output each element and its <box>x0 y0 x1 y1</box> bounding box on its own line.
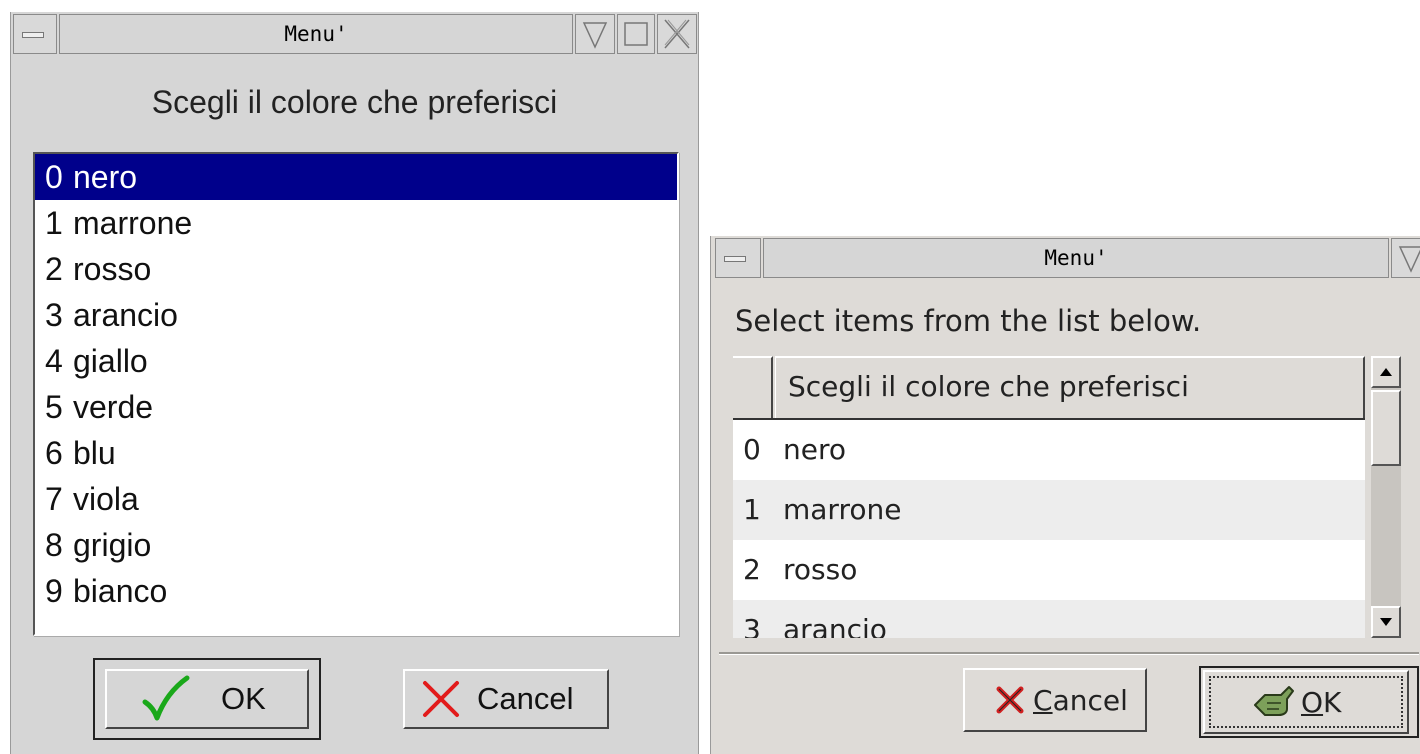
list-item[interactable]: 8 grigio <box>35 522 677 568</box>
minimize-icon <box>582 22 608 49</box>
column-header[interactable]: Scegli il colore che preferisci <box>775 356 1365 418</box>
maximize-button[interactable] <box>617 14 655 54</box>
window-menu-button[interactable] <box>715 238 761 278</box>
table-row[interactable]: 1 marrone <box>733 480 1365 540</box>
minimize-button[interactable] <box>575 14 615 54</box>
arrow-up-icon <box>1380 368 1392 376</box>
ok-button[interactable]: OK <box>1203 670 1409 734</box>
cancel-label: Cancel <box>1033 683 1128 717</box>
titlebar: Menu' <box>11 12 698 58</box>
x-icon <box>996 686 1024 714</box>
header-index-cell[interactable] <box>733 356 773 418</box>
window-menu-button[interactable] <box>13 14 57 54</box>
ok-button[interactable]: OK <box>105 669 309 729</box>
list-item[interactable]: 2 rosso <box>35 246 677 292</box>
table-row[interactable]: 3 arancio <box>733 600 1365 638</box>
items-table[interactable]: Scegli il colore che preferisci 0 nero 1… <box>733 356 1365 638</box>
list-item[interactable]: 1 marrone <box>35 200 677 246</box>
list-item[interactable]: 5 verde <box>35 384 677 430</box>
table-row[interactable]: 0 nero <box>733 420 1365 480</box>
heading: Scegli il colore che preferisci <box>151 84 558 120</box>
minimize-button[interactable] <box>1391 238 1420 278</box>
color-listbox[interactable]: 0 nero 1 marrone 2 rosso 3 arancio 4 giallo 5… <box>33 152 679 636</box>
window-menu-icon <box>22 32 44 38</box>
menu-window-right: Menu' Select items from the list below. … <box>710 236 1420 754</box>
scroll-down-button[interactable] <box>1371 606 1401 638</box>
cancel-button[interactable]: Cancel <box>963 668 1147 732</box>
table-row[interactable]: 2 rosso <box>733 540 1365 600</box>
list-item[interactable]: 9 bianco <box>35 568 677 614</box>
list-item[interactable]: 4 giallo <box>35 338 677 384</box>
list-item[interactable]: 6 blu <box>35 430 677 476</box>
close-button[interactable] <box>657 14 697 54</box>
list-item[interactable]: 3 arancio <box>35 292 677 338</box>
ok-label: OK <box>221 681 266 716</box>
checkmark-icon <box>142 675 190 721</box>
pointing-hand-icon <box>1254 686 1294 716</box>
window-title[interactable]: Menu' <box>59 14 573 54</box>
list-item[interactable]: 7 viola <box>35 476 677 522</box>
cancel-label: Cancel <box>477 681 574 716</box>
menu-window-left: Menu' Scegli il colore che preferisci 0n… <box>10 12 699 754</box>
close-icon <box>664 19 690 49</box>
scroll-up-button[interactable] <box>1371 356 1401 388</box>
window-title[interactable]: Menu' <box>763 238 1389 278</box>
window-menu-icon <box>724 256 746 262</box>
x-icon <box>423 681 459 717</box>
ok-label: OK <box>1301 685 1342 719</box>
table-header: Scegli il colore che preferisci <box>733 356 1365 420</box>
titlebar: Menu' <box>711 236 1420 282</box>
vertical-scrollbar[interactable] <box>1371 356 1401 638</box>
maximize-icon <box>624 22 648 46</box>
prompt-text: Select items from the list below. <box>735 304 1202 338</box>
list-item[interactable]: 0 nero <box>35 154 677 200</box>
cancel-button[interactable]: Cancel <box>403 669 609 729</box>
separator <box>719 652 1419 655</box>
minimize-icon <box>1398 246 1420 273</box>
scroll-thumb[interactable] <box>1371 390 1401 466</box>
arrow-down-icon <box>1380 618 1392 626</box>
